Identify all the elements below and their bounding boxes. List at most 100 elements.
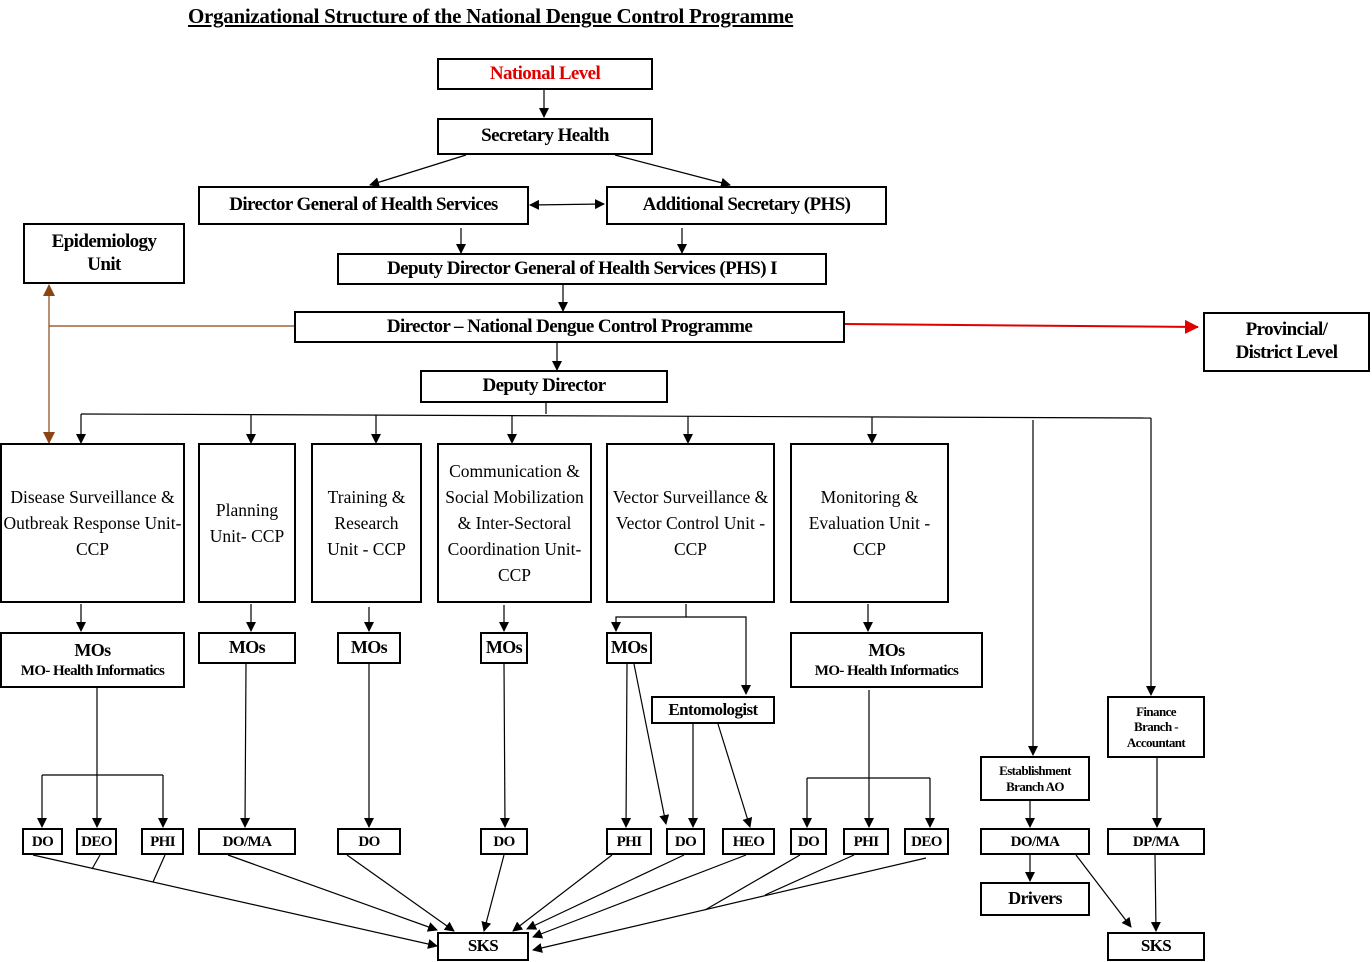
node-label: PHI [853,833,879,850]
node-label: PHI [150,833,175,850]
node-phi: PHI [843,828,889,855]
node-do-ma: DO/MA [980,828,1090,855]
node-label: DEO [911,833,942,850]
connector [686,616,751,695]
connector [32,854,438,949]
page-title: Organizational Structure of the National… [188,4,794,28]
node-label: National Level [489,62,601,84]
node-label: DP/MA [1132,833,1180,850]
node-label: SKS [467,936,499,956]
node-mos: MOs [337,632,401,664]
node-label: DO [493,833,515,850]
connector [532,857,927,953]
connector [1150,854,1161,932]
node-drivers: Drivers [980,882,1090,916]
node-label: Epidemiology Unit [51,230,157,275]
unit-monitoring-evaluation: Monitoring & Evaluation Unit - CCP [790,443,949,603]
node-label: Finance Branch - Accountant [1126,703,1186,750]
node-label: DEO [81,833,112,850]
node-mos-hi-1: MOs MO- Health Informatics [0,632,185,688]
unit-vector-surveillance: Vector Surveillance & Vector Control Uni… [606,443,775,603]
node-sks: SKS [1107,932,1205,961]
node-deputy-director-general: Deputy Director General of Health Servic… [337,253,827,285]
node-mos: MOs [480,632,528,664]
connector [614,154,731,188]
node-do: DO [480,828,528,855]
connector [717,723,753,828]
connector [764,854,855,896]
node-label: Director General of Health Services [229,194,498,216]
unit-training-research: Training & Research Unit - CCP [311,443,422,603]
node-label: DO/MA [1010,833,1060,850]
node-additional-secretary: Additional Secretary (PHS) [606,186,887,225]
node-deputy-director: Deputy Director [420,370,668,403]
node-label: MOs [485,637,523,658]
node-label: Provincial/ District Level [1235,319,1338,363]
connector [227,854,438,932]
unit-label: Disease Surveillance & Outbreak Response… [3,487,182,559]
node-do: DO [666,828,705,855]
unit-label: Communication & Social Mobilization & In… [445,461,584,585]
node-label: SKS [1140,936,1172,956]
node-do: DO [337,828,401,855]
unit-communication: Communication & Social Mobilization & In… [437,443,592,603]
node-dp-ma: DP/MA [1107,828,1205,855]
connector [633,663,670,825]
node-label: DO [358,833,380,850]
connector [152,854,166,883]
node-label: Additional Secretary (PHS) [642,194,851,216]
node-do: DO [22,828,63,855]
node-label: Deputy Director [482,375,606,397]
node-label: Director – National Dengue Control Progr… [386,315,753,337]
node-deo: DEO [76,828,117,855]
node-deo: DEO [904,828,949,855]
node-label: MOs [228,637,266,658]
connector [529,199,605,210]
node-label: Secretary Health [481,125,609,147]
connector [526,854,685,930]
node-heo: HEO [722,828,775,855]
connector [80,413,1152,419]
node-do: DO [790,828,827,855]
node-establishment-branch: Establishment Branch AO [980,756,1090,801]
node-dghs: Director General of Health Services [198,186,529,225]
unit-disease-surveillance: Disease Surveillance & Outbreak Response… [0,443,185,603]
unit-planning: Planning Unit- CCP [198,443,296,603]
node-label: DO/MA [222,833,272,850]
node-provincial-district-level: Provincial/ District Level [1203,312,1370,372]
connector [91,854,101,870]
node-label: Drivers [1008,888,1062,909]
node-mos-hi-2: MOs MO- Health Informatics [790,632,983,688]
node-epidemiology-unit: Epidemiology Unit [23,223,185,284]
connector [240,663,251,828]
connector [499,663,510,828]
node-label: PHI [616,833,642,850]
node-phi: PHI [141,828,184,855]
provincial-link [844,319,1199,334]
node-national-level: National Level [437,58,653,90]
connector [481,854,505,932]
node-phi: PHI [606,828,652,855]
node-label: MOs [350,637,388,658]
unit-label: Monitoring & Evaluation Unit - CCP [808,487,931,559]
connector [346,854,455,932]
unit-label: Vector Surveillance & Vector Control Uni… [612,487,769,559]
unit-label: Planning Unit- CCP [209,500,285,546]
node-mos: MOs [606,632,652,664]
connector [621,663,632,828]
node-label: MOs [74,640,111,661]
node-label: DO [797,833,820,850]
node-finance-branch: Finance Branch - Accountant [1107,696,1205,758]
node-mos: MOs [198,632,296,664]
connector [369,154,467,188]
node-entomologist: Entomologist [651,696,775,724]
node-label: HEO [732,833,765,850]
node-label: Establishment Branch AO [999,762,1071,794]
connector [512,854,613,932]
node-label: MOs [610,637,648,658]
node-sublabel: MO- Health Informatics [20,662,165,679]
unit-label: Training & Research Unit - CCP [327,487,406,559]
node-secretary-health: Secretary Health [437,118,653,155]
node-sublabel: MO- Health Informatics [814,662,959,679]
node-label: MOs [868,640,905,661]
